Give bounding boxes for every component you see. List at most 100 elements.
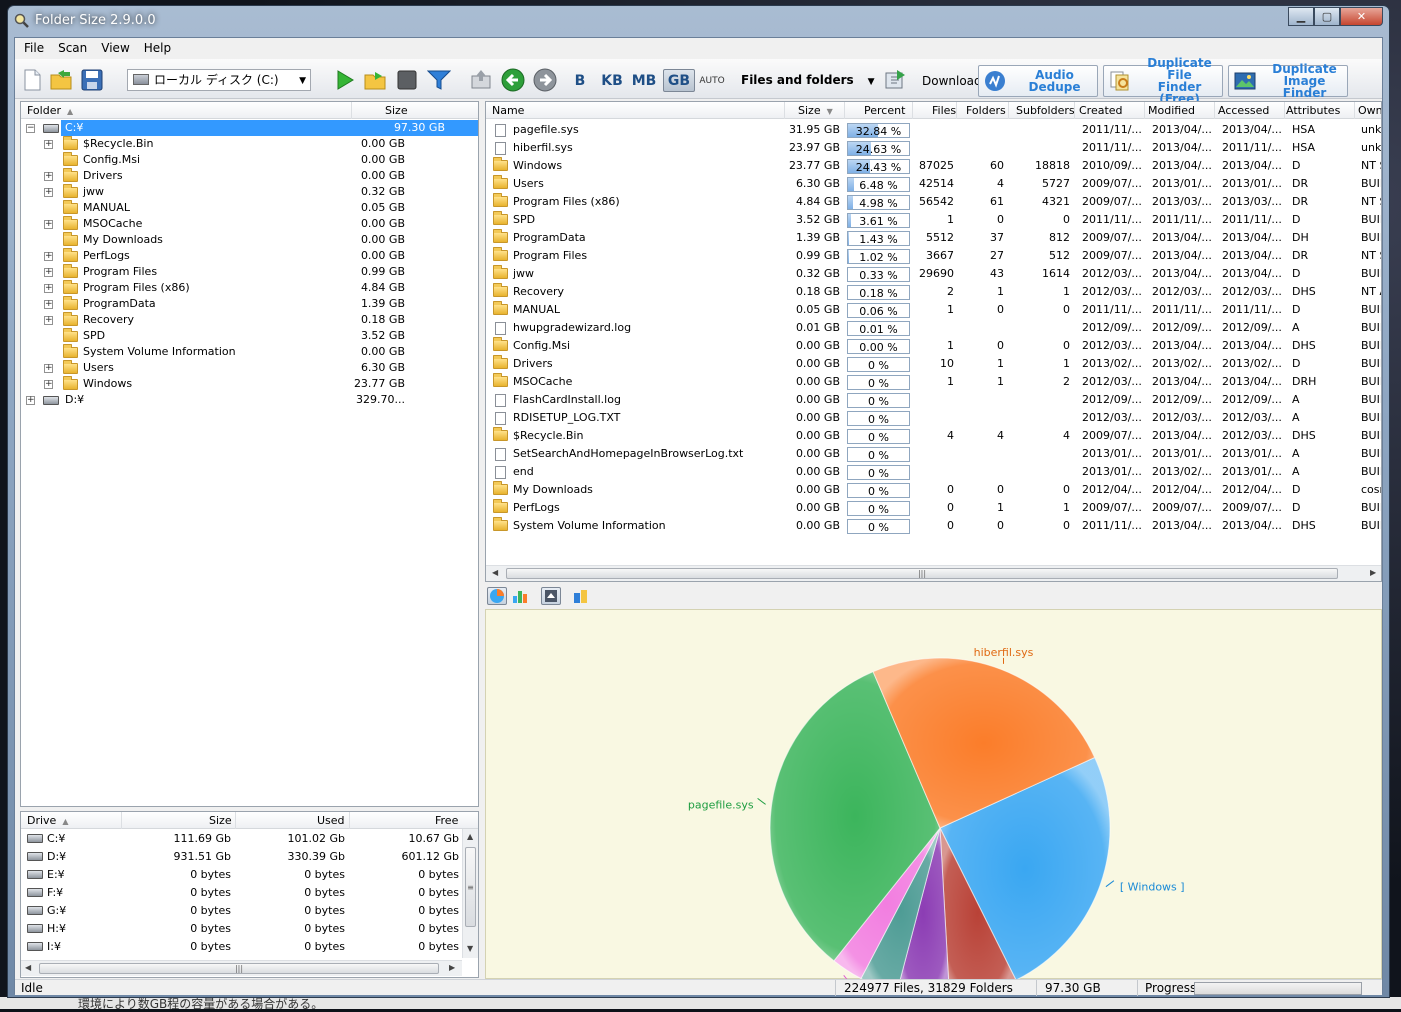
header-size[interactable]: Size▼ [798, 104, 833, 117]
header-divider[interactable] [912, 102, 913, 119]
header-divider[interactable] [844, 102, 845, 119]
header-divider[interactable] [349, 812, 350, 829]
tree-row[interactable]: +PerfLogs0.00 GB [21, 248, 478, 264]
header-divider[interactable] [351, 102, 352, 119]
drive-row[interactable]: H:¥0 bytes0 bytes0 bytes [21, 920, 478, 938]
scan-folder-button[interactable] [364, 68, 388, 92]
scroll-right-icon[interactable]: ▶ [1370, 568, 1376, 577]
header-attributes[interactable]: Attributes [1286, 104, 1340, 117]
file-row[interactable]: Users6.30 GB6.48 %42514457272009/07/...2… [486, 175, 1381, 193]
header-drive[interactable]: Drive▲ [27, 814, 68, 827]
file-row[interactable]: ProgramData1.39 GB1.43 %5512378122009/07… [486, 229, 1381, 247]
file-row[interactable]: end0.00 GB0 %2013/01/...2013/02/...2013/… [486, 463, 1381, 481]
drives-vscroll-thumb[interactable]: ≡ [465, 847, 476, 927]
file-row[interactable]: RDISETUP_LOG.TXT0.00 GB0 %2012/03/...201… [486, 409, 1381, 427]
file-list-horizontal-scrollbar[interactable]: ◀ ||| ▶ [486, 565, 1382, 581]
audio-dedupe-button[interactable]: Audio Dedupe [978, 65, 1098, 97]
menu-scan[interactable]: Scan [51, 41, 94, 55]
collapse-icon[interactable]: − [26, 124, 35, 133]
header-drive-free[interactable]: Free [435, 814, 458, 827]
tree-row[interactable]: +Program Files0.99 GB [21, 264, 478, 280]
header-divider[interactable] [956, 102, 957, 119]
file-row[interactable]: hiberfil.sys23.97 GB24.63 %2011/11/...20… [486, 139, 1381, 157]
tree-row[interactable]: +Recovery0.18 GB [21, 312, 478, 328]
tree-row[interactable]: MANUAL0.05 GB [21, 200, 478, 216]
tree-row[interactable]: System Volume Information0.00 GB [21, 344, 478, 360]
drive-row[interactable]: C:¥111.69 Gb101.02 Gb10.67 Gb [21, 830, 478, 848]
header-divider[interactable] [784, 102, 785, 119]
scroll-down-icon[interactable]: ▼ [467, 944, 473, 953]
unit-gb-button[interactable]: GB [663, 69, 695, 92]
unit-mb-button[interactable]: MB [629, 69, 659, 92]
tree-row[interactable]: +MSOCache0.00 GB [21, 216, 478, 232]
tree-row[interactable]: +$Recycle.Bin0.00 GB [21, 136, 478, 152]
expand-icon[interactable]: + [44, 380, 53, 389]
tree-row[interactable]: +Users6.30 GB [21, 360, 478, 376]
drive-row[interactable]: D:¥931.51 Gb330.39 Gb601.12 Gb [21, 848, 478, 866]
menu-view[interactable]: View [94, 41, 136, 55]
header-divider[interactable] [1144, 102, 1145, 119]
expand-icon[interactable]: + [44, 284, 53, 293]
tree-row[interactable]: +jww0.32 GB [21, 184, 478, 200]
drive-select[interactable]: ローカル ディスク (C:) ▼ [127, 69, 311, 91]
file-row[interactable]: My Downloads0.00 GB0 %0002012/04/...2012… [486, 481, 1381, 499]
header-divider[interactable] [1008, 102, 1009, 119]
filter-button[interactable] [427, 68, 451, 92]
header-divider[interactable] [121, 812, 122, 829]
drives-hscroll-thumb[interactable]: ||| [39, 963, 439, 974]
expand-icon[interactable]: + [26, 396, 35, 405]
scroll-up-icon[interactable]: ▲ [467, 832, 473, 841]
drives-horizontal-scrollbar[interactable]: ◀ ||| ▶ [21, 960, 462, 976]
header-drive-size[interactable]: Size [209, 814, 232, 827]
duplicate-file-finder-button[interactable]: Duplicate FileFinder (Free) [1103, 65, 1223, 97]
expand-icon[interactable]: + [44, 188, 53, 197]
drive-row[interactable]: G:¥0 bytes0 bytes0 bytes [21, 902, 478, 920]
unit-kb-button[interactable]: KB [598, 69, 626, 92]
header-divider[interactable] [235, 812, 236, 829]
menu-file[interactable]: File [17, 41, 51, 55]
expand-icon[interactable]: + [44, 172, 53, 181]
file-row[interactable]: $Recycle.Bin0.00 GB0 %4442009/07/...2013… [486, 427, 1381, 445]
expand-icon[interactable]: + [44, 364, 53, 373]
file-row[interactable]: SetSearchAndHomepageInBrowserLog.txt0.00… [486, 445, 1381, 463]
export-button[interactable] [883, 68, 907, 92]
tree-row[interactable]: +ProgramData1.39 GB [21, 296, 478, 312]
tree-row[interactable]: Config.Msi0.00 GB [21, 152, 478, 168]
file-row[interactable]: Program Files0.99 GB1.02 %3667275122009/… [486, 247, 1381, 265]
header-divider[interactable] [1074, 102, 1075, 119]
scroll-left-icon[interactable]: ◀ [492, 568, 498, 577]
menu-help[interactable]: Help [137, 41, 178, 55]
stop-button[interactable] [395, 68, 419, 92]
file-row[interactable]: MANUAL0.05 GB0.06 %1002011/11/...2011/11… [486, 301, 1381, 319]
file-row[interactable]: pagefile.sys31.95 GB32.84 %2011/11/...20… [486, 121, 1381, 139]
header-subfolders[interactable]: Subfolders [1016, 104, 1075, 117]
tree-row[interactable]: SPD3.52 GB [21, 328, 478, 344]
drive-row[interactable]: F:¥0 bytes0 bytes0 bytes [21, 884, 478, 902]
folder-tree-pane[interactable]: Folder▲ Size −C:¥97.30 GB+$Recycle.Bin0.… [20, 101, 479, 807]
title-bar[interactable]: Folder Size 2.9.0.0 ▁ ▢ ✕ [8, 6, 1389, 36]
drive-row[interactable]: I:¥0 bytes0 bytes0 bytes [21, 938, 478, 956]
header-folder[interactable]: Folder▲ [27, 104, 73, 117]
chart-3d-button[interactable] [541, 587, 561, 605]
chart-options-button[interactable] [571, 587, 591, 605]
file-row[interactable]: Program Files (x86)4.84 GB4.98 %56542614… [486, 193, 1381, 211]
file-row[interactable]: FlashCardInstall.log0.00 GB0 %2012/09/..… [486, 391, 1381, 409]
view-mode-select[interactable]: Files and folders▼ [741, 73, 875, 87]
header-folders[interactable]: Folders [966, 104, 1006, 117]
file-list-pane[interactable]: NameSize▼PercentFilesFoldersSubfoldersCr… [485, 101, 1382, 582]
save-button[interactable] [80, 68, 104, 92]
header-files[interactable]: Files [932, 104, 956, 117]
header-created[interactable]: Created [1079, 104, 1123, 117]
file-row[interactable]: Drivers0.00 GB0 %10112013/02/...2013/02/… [486, 355, 1381, 373]
expand-icon[interactable]: + [44, 220, 53, 229]
expand-icon[interactable]: + [44, 140, 53, 149]
drives-vertical-scrollbar[interactable]: ▲ ≡ ▼ [462, 829, 478, 958]
header-divider[interactable] [1284, 102, 1285, 119]
header-percent[interactable]: Percent [864, 104, 905, 117]
header-divider[interactable] [1214, 102, 1215, 119]
unit-auto-button[interactable]: AUTO [698, 69, 726, 92]
header-owne[interactable]: Owne [1358, 104, 1382, 117]
header-drive-used[interactable]: Used [317, 814, 345, 827]
file-row[interactable]: MSOCache0.00 GB0 %1122012/03/...2013/04/… [486, 373, 1381, 391]
scan-start-button[interactable] [333, 68, 357, 92]
